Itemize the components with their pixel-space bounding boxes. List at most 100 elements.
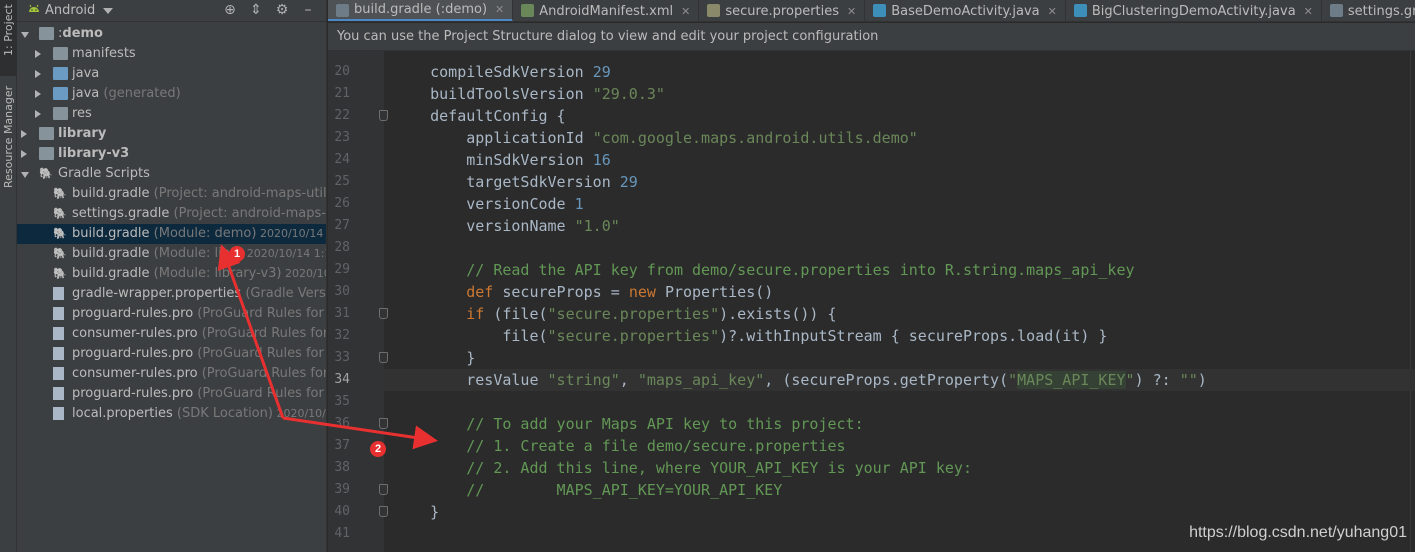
tree-item[interactable]: java	[17, 64, 326, 84]
editor-tab[interactable]: build.gradle (:demo) ✕	[328, 0, 514, 21]
close-icon[interactable]: ✕	[1048, 5, 1057, 18]
annotation-badge-2: 2	[370, 441, 386, 457]
tree-item-label: proguard-rules.pro (ProGuard Rules for d…	[72, 306, 326, 321]
code-line: // 1. Create a file demo/secure.properti…	[394, 437, 846, 455]
code-line: versionName "1.0"	[394, 217, 620, 235]
project-panel-header: Android ⊕ ⇕ ⚙ –	[17, 0, 326, 22]
chevron-down-icon[interactable]	[21, 172, 29, 178]
code-line: // 2. Add this line, where YOUR_API_KEY …	[394, 459, 972, 477]
editor-tab[interactable]: AndroidManifest.xml ✕	[513, 0, 700, 21]
line-number: 32	[334, 328, 350, 343]
code-line: resValue "string", "maps_api_key", (secu…	[394, 371, 1207, 389]
code-line: def secureProps = new Properties()	[394, 283, 774, 301]
resource-manager-tab-label: Resource Manager	[2, 85, 15, 188]
line-number: 22	[334, 108, 350, 123]
chevron-right-icon[interactable]	[35, 70, 41, 78]
tree-item[interactable]: library-v3	[17, 144, 326, 164]
annotation-badge-1: 1	[229, 246, 245, 262]
tree-item[interactable]: :demo	[17, 24, 326, 44]
fold-marker-icon[interactable]	[379, 418, 388, 429]
file-icon	[53, 387, 64, 400]
tree-item-label: library-v3	[58, 146, 130, 161]
line-number: 24	[334, 152, 350, 167]
tree-item-label: proguard-rules.pro (ProGuard Rules for l…	[72, 346, 326, 361]
resource-manager-tab[interactable]: Resource Manager	[0, 86, 17, 212]
gradle-icon: 🐘	[53, 247, 67, 260]
fold-marker-icon[interactable]	[379, 352, 388, 363]
tree-item[interactable]: gradle-wrapper.properties (Gradle Versio…	[17, 284, 326, 304]
fold-marker-icon[interactable]	[379, 110, 388, 121]
gradle-icon	[336, 4, 349, 17]
line-number: 37	[334, 438, 350, 453]
line-number: 34	[334, 372, 350, 387]
editor-tab[interactable]: secure.properties ✕	[699, 0, 866, 21]
tree-item[interactable]: 🐘 Gradle Scripts	[17, 164, 326, 184]
chevron-down-icon[interactable]	[21, 32, 29, 38]
fold-marker-icon[interactable]	[379, 506, 388, 517]
close-icon[interactable]: ✕	[847, 5, 856, 18]
chevron-right-icon[interactable]	[35, 110, 41, 118]
project-tool-tab[interactable]: 1: Project	[0, 0, 17, 76]
folder-icon	[53, 107, 68, 120]
code-line: // To add your Maps API key to this proj…	[394, 415, 864, 433]
chevron-right-icon[interactable]	[35, 90, 41, 98]
properties-icon	[707, 4, 721, 17]
gradle-icon: 🐘	[53, 207, 67, 220]
tree-item-label: build.gradle (Module: demo) 2020/10/14 1…	[72, 226, 326, 241]
tree-item[interactable]: manifests	[17, 44, 326, 64]
editor-tab-label: AndroidManifest.xml	[539, 3, 674, 19]
tree-item-label: java (generated)	[72, 86, 181, 101]
chevron-down-icon[interactable]	[103, 7, 114, 14]
line-number: 20	[334, 64, 350, 79]
locate-icon[interactable]: ⊕	[222, 2, 238, 18]
collapse-all-icon[interactable]: ⇕	[248, 2, 264, 18]
code-line: // MAPS_API_KEY=YOUR_API_KEY	[394, 481, 783, 499]
tree-item[interactable]: local.properties (SDK Location) 2020/10/…	[17, 404, 326, 424]
close-icon[interactable]: ✕	[495, 3, 504, 16]
tree-item[interactable]: consumer-rules.pro (ProGuard Rules for l…	[17, 364, 326, 384]
line-number: 30	[334, 284, 350, 299]
tree-item[interactable]: 🐘 build.gradle (Project: android-maps-uti…	[17, 184, 326, 204]
xml-icon	[521, 4, 535, 17]
tree-item[interactable]: res	[17, 104, 326, 124]
tree-item-label: build.gradle (Module: library-v3) 2020/1…	[72, 266, 326, 281]
tree-item[interactable]: proguard-rules.pro (ProGuard Rules for l…	[17, 344, 326, 364]
right-margin-guide	[1410, 51, 1411, 552]
hide-icon[interactable]: –	[300, 2, 316, 18]
folder-icon	[39, 147, 54, 160]
tree-item-label: proguard-rules.pro (ProGuard Rules for l…	[72, 386, 326, 401]
folder-icon	[53, 67, 68, 80]
tree-item[interactable]: proguard-rules.pro (ProGuard Rules for l…	[17, 384, 326, 404]
gear-icon[interactable]: ⚙	[274, 2, 290, 18]
close-icon[interactable]: ✕	[681, 5, 690, 18]
tree-item-label: consumer-rules.pro (ProGuard Rules for l…	[72, 326, 327, 341]
code-line: buildToolsVersion "29.0.3"	[394, 85, 665, 103]
editor-tab[interactable]: BigClusteringDemoActivity.java ✕	[1066, 0, 1322, 21]
editor-tab[interactable]: BaseDemoActivity.java ✕	[865, 0, 1066, 21]
watermark: https://blog.csdn.net/yuhang01	[1189, 524, 1407, 541]
tree-item[interactable]: 🐘 settings.gradle (Project: android-maps-…	[17, 204, 326, 224]
tree-item[interactable]: library	[17, 124, 326, 144]
gradle-icon: 🐘	[53, 227, 67, 240]
tree-item[interactable]: consumer-rules.pro (ProGuard Rules for l…	[17, 324, 326, 344]
tree-item[interactable]: 🐘 build.gradle (Module: libra 2020/10/14 …	[17, 244, 326, 264]
editor-tab[interactable]: settings.gradle✕	[1322, 0, 1415, 21]
tree-item[interactable]: 🐘 build.gradle (Module: library-v3) 2020/…	[17, 264, 326, 284]
fold-marker-icon[interactable]	[379, 484, 388, 495]
file-icon	[53, 367, 64, 380]
fold-marker-icon[interactable]	[379, 308, 388, 319]
gradle-icon: 🐘	[39, 167, 53, 180]
editor-tab-bar: build.gradle (:demo) ✕ AndroidManifest.xml…	[328, 0, 1415, 22]
chevron-right-icon[interactable]	[21, 130, 27, 138]
tree-item-label: build.gradle (Project: android-maps-util…	[72, 186, 327, 201]
tree-item[interactable]: java (generated)	[17, 84, 326, 104]
panel-toolbar: ⊕ ⇕ ⚙ –	[222, 2, 316, 18]
editor-tab-label: BaseDemoActivity.java	[891, 3, 1040, 19]
gradle-icon: 🐘	[53, 187, 67, 200]
tree-item[interactable]: proguard-rules.pro (ProGuard Rules for d…	[17, 304, 326, 324]
close-icon[interactable]: ✕	[1304, 5, 1313, 18]
chevron-right-icon[interactable]	[21, 150, 27, 158]
view-selector[interactable]: Android	[45, 3, 95, 18]
chevron-right-icon[interactable]	[35, 50, 41, 58]
tree-item[interactable]: 🐘 build.gradle (Module: demo) 2020/10/14 …	[17, 224, 326, 244]
